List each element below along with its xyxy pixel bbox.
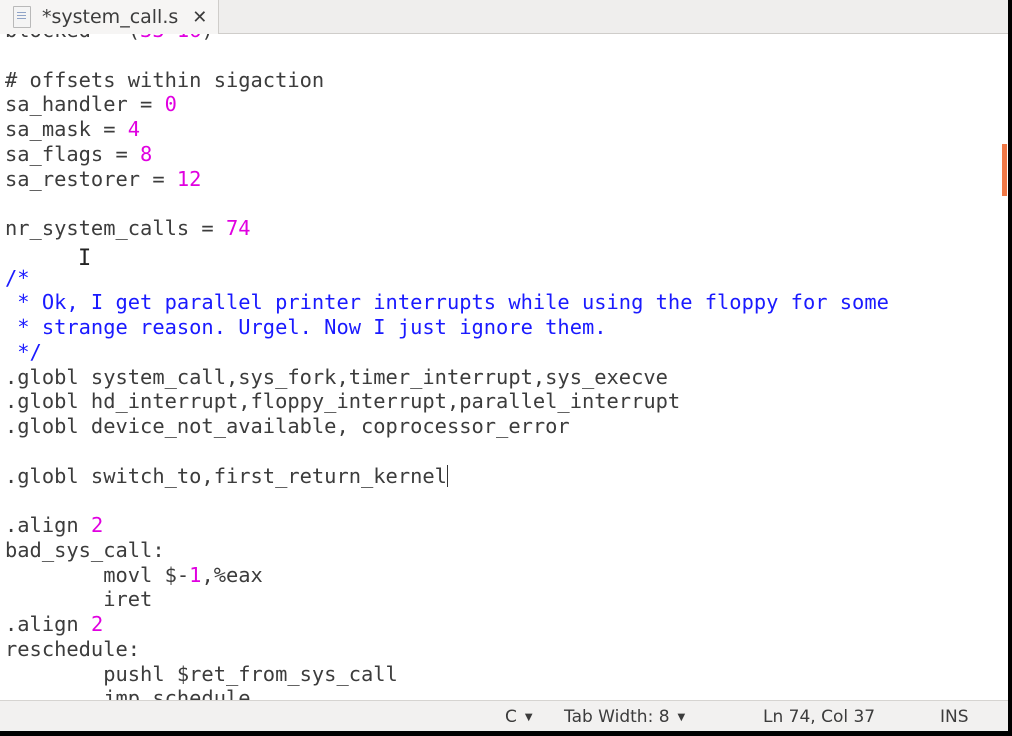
code-token: sa_flags = (5, 141, 141, 166)
code-line[interactable] (5, 488, 889, 513)
text-file-icon (13, 6, 31, 28)
tab-system-call[interactable]: *system_call.s ✕ (0, 0, 219, 34)
comment-token: * Ok, I get parallel printer interrupts … (5, 290, 889, 315)
code-token: bad_sys_call: (5, 537, 165, 562)
code-token: .globl system_call,sys_fork,timer_interr… (5, 364, 668, 389)
code-line[interactable]: nr_system_calls = 74 (5, 216, 889, 241)
close-icon[interactable]: ✕ (192, 7, 207, 28)
text-cursor-ibeam-icon: I (78, 246, 92, 271)
code-line[interactable] (5, 191, 889, 216)
number-token: 74 (225, 216, 251, 240)
code-line[interactable]: # offsets within sigaction (5, 68, 889, 93)
code-token: ,%eax (201, 562, 263, 587)
code-line[interactable] (5, 439, 889, 464)
number-token: 4 (127, 117, 141, 141)
code-line[interactable]: .globl hd_interrupt,floppy_interrupt,par… (5, 389, 889, 414)
code-line[interactable]: /* (5, 266, 889, 291)
code-line[interactable]: */ (5, 340, 889, 365)
code-line[interactable]: reschedule: (5, 637, 889, 662)
code-line[interactable]: .align 2 (5, 513, 889, 538)
comment-token: /* (5, 265, 30, 290)
code-line[interactable]: * strange reason. Urgel. Now I just igno… (5, 315, 889, 340)
code-token: blocked = ( (5, 34, 140, 42)
code-editor[interactable]: blocked = (33-16) # offsets within sigact… (0, 34, 1008, 700)
tab-width-selector[interactable]: Tab Width: 8 ▼ (564, 707, 685, 727)
number-token: 16 (177, 34, 202, 42)
tab-width-label: Tab Width: 8 (564, 707, 670, 727)
code-token: sa_handler = (5, 92, 165, 117)
language-label: C (505, 707, 517, 727)
code-line[interactable]: blocked = (33-16) (5, 34, 889, 43)
code-token: sa_restorer = (5, 166, 177, 191)
number-token: 1 (189, 562, 202, 587)
code-token: jmp schedule (5, 686, 251, 700)
code-token: sa_mask = (5, 117, 128, 141)
code-line[interactable] (5, 43, 889, 68)
code-line[interactable]: iret (5, 587, 889, 612)
insert-mode: INS (940, 707, 969, 727)
scrollbar-thumb[interactable] (1002, 144, 1007, 196)
number-token: 33 (140, 34, 165, 42)
cursor-position: Ln 74, Col 37 (763, 707, 876, 727)
number-token: 8 (140, 141, 153, 166)
code-line[interactable]: sa_mask = 4 (5, 117, 889, 142)
code-line[interactable]: * Ok, I get parallel printer interrupts … (5, 290, 889, 315)
tab-title: *system_call.s (42, 6, 179, 28)
comment-token: * strange reason. Urgel. Now I just igno… (5, 315, 607, 339)
code-token: # offsets within sigaction (5, 67, 325, 92)
code-line[interactable]: bad_sys_call: (5, 538, 889, 563)
code-token: .globl hd_interrupt,floppy_interrupt,par… (5, 389, 681, 414)
number-token: 12 (176, 166, 202, 191)
code-line[interactable] (5, 241, 889, 266)
code-line[interactable]: .globl system_call,sys_fork,timer_interr… (5, 365, 889, 390)
code-token: ) (201, 34, 213, 42)
code-token: iret (5, 587, 153, 612)
code-line[interactable]: jmp schedule (5, 686, 889, 700)
code-line[interactable]: .globl device_not_available, coprocessor… (5, 414, 889, 439)
code-text[interactable]: blocked = (33-16) # offsets within sigact… (5, 34, 889, 700)
dropdown-arrow-icon: ▼ (524, 712, 533, 723)
language-selector[interactable]: C ▼ (505, 707, 533, 727)
tab-bar: *system_call.s ✕ (0, 0, 1008, 34)
gedit-window: *system_call.s ✕ blocked = (33-16) # offs… (0, 0, 1008, 731)
code-line[interactable]: .align 2 (5, 612, 889, 637)
code-line[interactable]: sa_handler = 0 (5, 92, 889, 117)
number-token: 2 (90, 612, 104, 636)
code-token: pushl $ret_from_sys_call (5, 661, 398, 686)
comment-token: */ (5, 339, 42, 364)
number-token: 2 (90, 513, 104, 537)
number-token: 0 (164, 92, 177, 117)
code-line[interactable]: .globl switch_to,first_return_kernel (5, 464, 889, 489)
code-line[interactable]: movl $-1,%eax (5, 563, 889, 588)
code-token: .globl switch_to,first_return_kernel (5, 463, 447, 488)
code-token: reschedule: (5, 636, 141, 661)
code-token: - (165, 34, 177, 42)
code-line[interactable]: sa_restorer = 12 (5, 167, 889, 192)
code-token: .align (5, 612, 91, 636)
code-token: movl $- (5, 562, 190, 587)
code-token: nr_system_calls = (5, 216, 226, 240)
code-line[interactable]: pushl $ret_from_sys_call (5, 662, 889, 687)
code-token: .align (5, 513, 91, 537)
code-token: .globl device_not_available, coprocessor… (5, 414, 570, 438)
code-line[interactable]: sa_flags = 8 (5, 142, 889, 167)
dropdown-arrow-icon: ▼ (677, 712, 686, 723)
status-bar: C ▼ Tab Width: 8 ▼ Ln 74, Col 37 INS (0, 700, 1008, 731)
text-caret (446, 464, 448, 487)
